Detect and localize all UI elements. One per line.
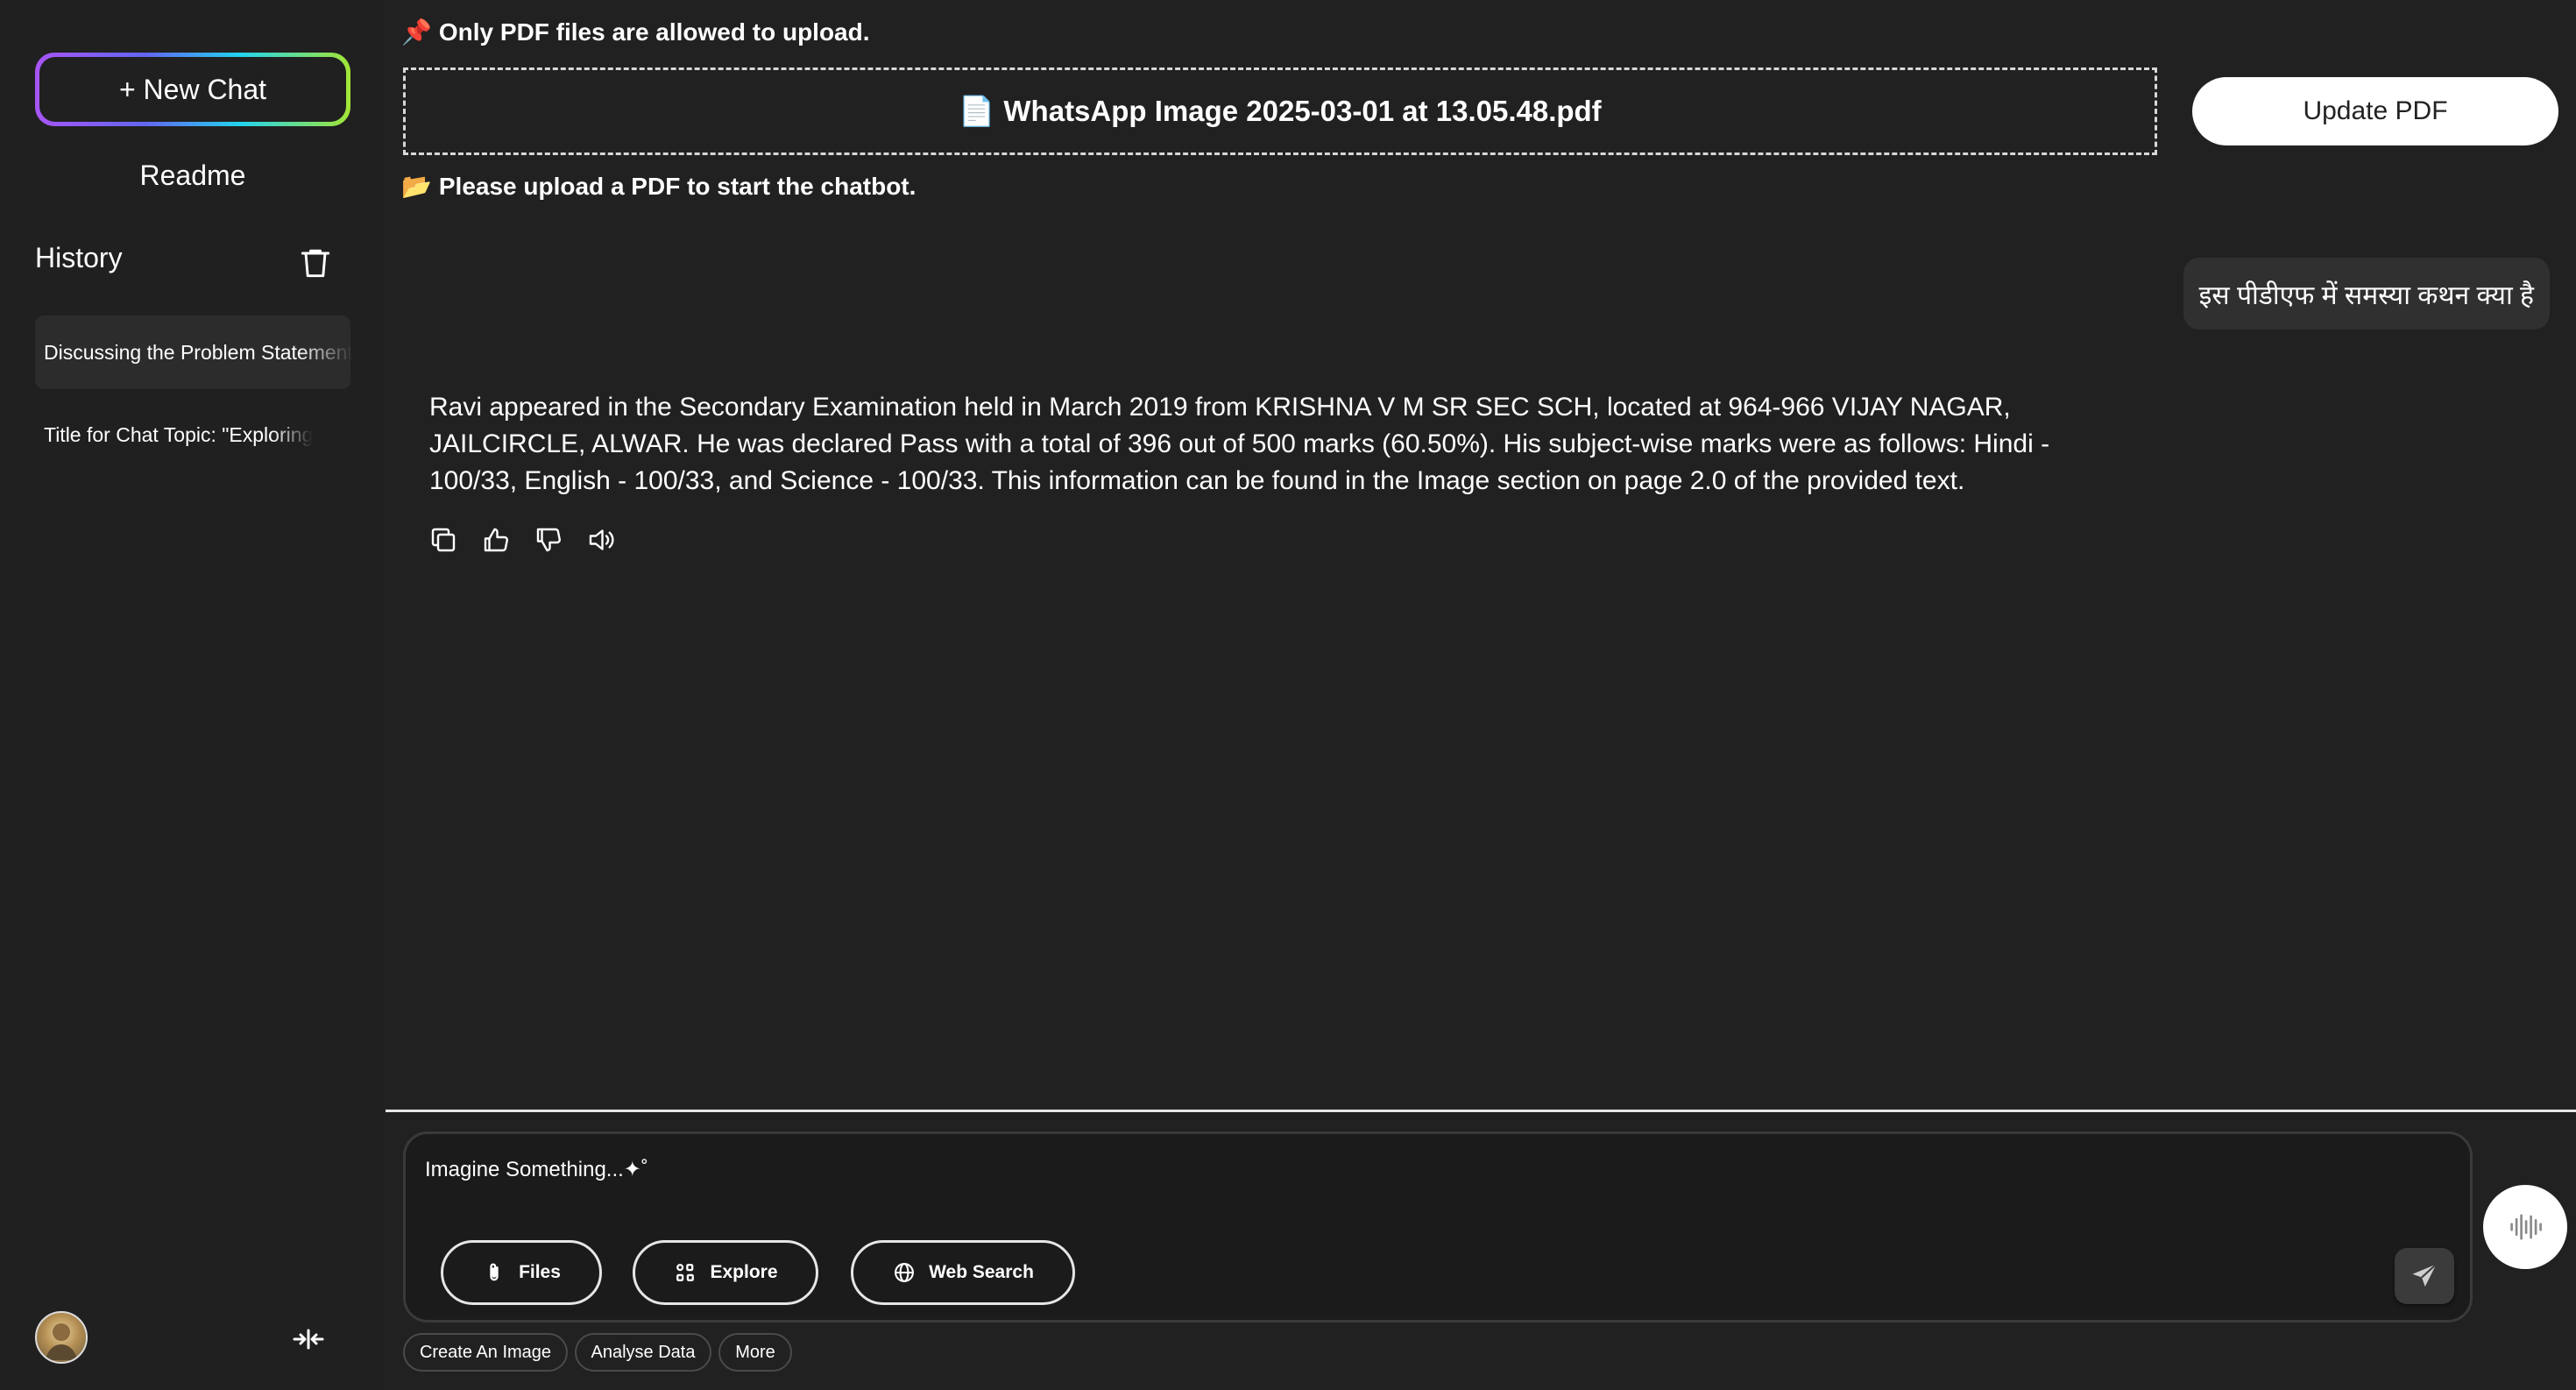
collapse-sidebar-icon[interactable] (291, 1325, 326, 1353)
update-pdf-button[interactable]: Update PDF (2192, 77, 2558, 145)
bot-message: Ravi appeared in the Secondary Examinati… (429, 393, 2050, 495)
send-icon (2412, 1263, 2438, 1287)
more-chip[interactable]: More (718, 1333, 792, 1372)
prompt-input[interactable] (423, 1152, 2179, 1188)
send-button[interactable] (2395, 1248, 2454, 1304)
history-item-label: Title for Chat Topic: "Exploring the PDF… (44, 422, 350, 446)
folder-icon: 📂 (401, 173, 432, 200)
speaker-icon[interactable] (585, 524, 617, 556)
history-title: History (35, 242, 123, 273)
web-search-button[interactable]: Web Search (851, 1240, 1075, 1305)
thumbs-down-icon[interactable] (533, 524, 564, 556)
sidebar: + New Chat Readme History Discussing the… (0, 0, 384, 1390)
uploaded-file-name: WhatsApp Image 2025-03-01 at 13.05.48.pd… (1003, 95, 1602, 127)
new-chat-button[interactable]: + New Chat (35, 53, 350, 126)
audio-waveform-icon (2510, 1214, 2542, 1240)
trash-icon[interactable] (296, 244, 335, 282)
files-button[interactable]: Files (441, 1240, 602, 1305)
history-item-label: Discussing the Problem Statement (44, 340, 350, 364)
history-item[interactable]: Discussing the Problem Statement (35, 316, 350, 389)
grid-icon (676, 1264, 695, 1281)
analyse-data-chip[interactable]: Analyse Data (575, 1333, 711, 1372)
upload-notice: 📌 Only PDF files are allowed to upload. (401, 18, 870, 46)
new-chat-label: + New Chat (39, 57, 346, 122)
composer-divider (386, 1110, 2576, 1112)
explore-label: Explore (710, 1262, 778, 1282)
pdf-dropzone[interactable]: 📄 WhatsApp Image 2025-03-01 at 13.05.48.… (403, 67, 2157, 155)
avatar[interactable] (35, 1311, 88, 1364)
document-icon: 📄 (959, 94, 995, 127)
upload-status: 📂 Please upload a PDF to start the chatb… (401, 172, 916, 201)
copy-icon[interactable] (428, 524, 459, 556)
readme-link[interactable]: Readme (35, 160, 350, 192)
composer: Files Explore Web Search (403, 1131, 2473, 1323)
paperclip-icon (490, 1263, 499, 1281)
history-item[interactable]: Title for Chat Topic: "Exploring the PDF… (35, 398, 350, 472)
user-message: इस पीडीएफ में समस्या कथन क्या है (2183, 258, 2550, 330)
explore-button[interactable]: Explore (633, 1240, 818, 1305)
files-label: Files (519, 1262, 561, 1282)
voice-button[interactable] (2483, 1185, 2567, 1269)
thumbs-up-icon[interactable] (480, 524, 512, 556)
upload-status-text: Please upload a PDF to start the chatbot… (438, 172, 916, 200)
message-actions (428, 524, 617, 556)
create-image-chip[interactable]: Create An Image (403, 1333, 568, 1372)
avatar-image (46, 1323, 77, 1360)
web-search-label: Web Search (929, 1262, 1034, 1282)
upload-notice-text: Only PDF files are allowed to upload. (438, 18, 870, 46)
pushpin-icon: 📌 (401, 18, 432, 46)
globe-icon (895, 1263, 915, 1282)
